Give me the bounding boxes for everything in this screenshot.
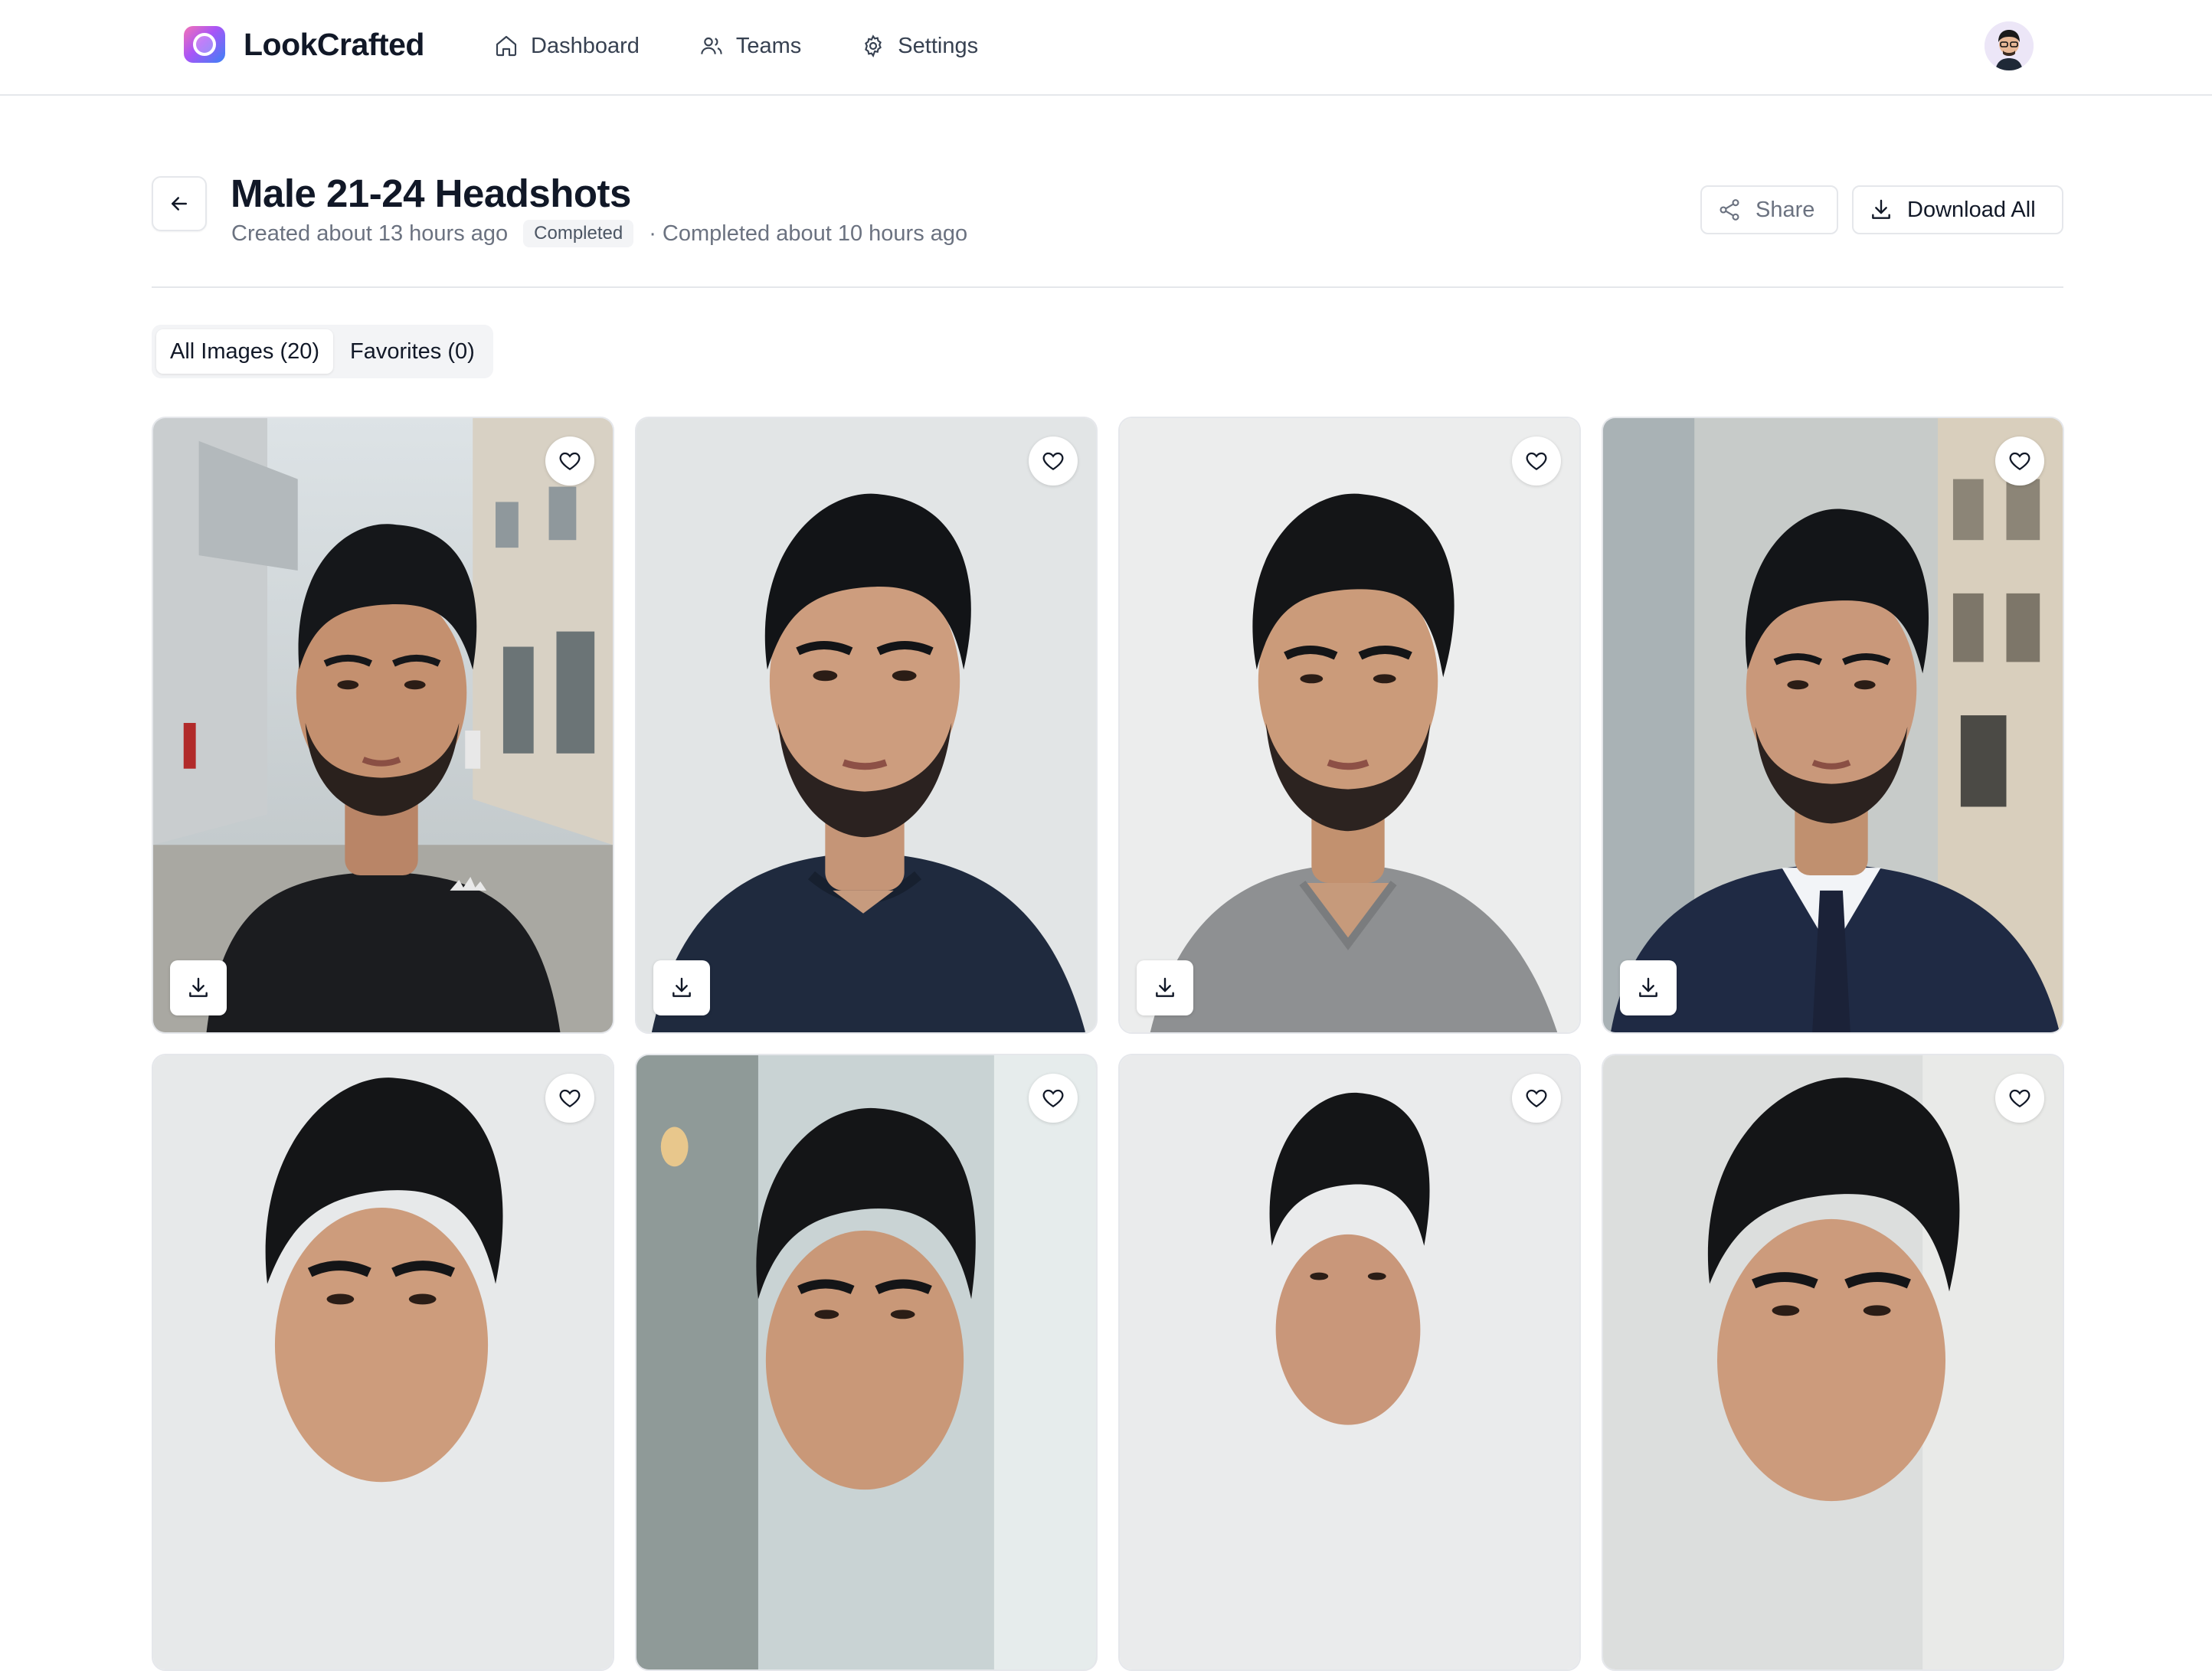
- brand-name: LookCrafted: [244, 26, 424, 62]
- headshot-image[interactable]: [636, 418, 1096, 1032]
- image-card[interactable]: [152, 1054, 614, 1671]
- headshot-image[interactable]: [636, 1055, 1096, 1669]
- share-label: Share: [1756, 197, 1815, 222]
- image-card[interactable]: [1118, 1054, 1581, 1671]
- nav-item-dashboard[interactable]: Dashboard: [494, 28, 640, 64]
- download-icon: [189, 977, 208, 997]
- download-image-button[interactable]: [170, 960, 227, 1015]
- headshot-image[interactable]: [1603, 1055, 2063, 1669]
- completed-time: · Completed about 10 hours ago: [649, 221, 968, 246]
- download-all-button[interactable]: Download All: [1852, 185, 2063, 234]
- favorite-button[interactable]: [1029, 1074, 1078, 1123]
- headshot-image[interactable]: [1603, 418, 2063, 1032]
- heart-icon: [1042, 1089, 1064, 1107]
- image-grid: [152, 417, 2064, 1671]
- favorite-button[interactable]: [545, 1074, 594, 1123]
- download-image-button[interactable]: [653, 960, 710, 1015]
- nav-item-settings[interactable]: Settings: [861, 28, 978, 64]
- header-divider: [152, 286, 2063, 288]
- gallery-tabs: All Images (20) Favorites (0): [152, 325, 493, 378]
- heart-icon: [2009, 1089, 2030, 1107]
- header-actions: Share Download All: [1700, 185, 2063, 234]
- download-icon: [1156, 977, 1174, 997]
- heart-icon: [1526, 452, 1547, 470]
- download-icon: [1639, 977, 1657, 997]
- headshot-image[interactable]: [153, 418, 613, 1032]
- nav-label: Settings: [898, 33, 979, 58]
- image-card[interactable]: [1118, 417, 1581, 1034]
- download-all-label: Download All: [1907, 197, 2036, 222]
- image-card[interactable]: [635, 417, 1098, 1034]
- favorite-button[interactable]: [1512, 437, 1561, 486]
- top-navbar: LookCrafted Dashboard Teams Settings: [0, 0, 2212, 96]
- favorite-button[interactable]: [1995, 1074, 2044, 1123]
- back-button[interactable]: [152, 176, 207, 231]
- gear-icon: [865, 34, 882, 57]
- heart-icon: [559, 1089, 581, 1107]
- nav-item-teams[interactable]: Teams: [699, 28, 801, 64]
- brand[interactable]: LookCrafted: [184, 26, 424, 63]
- download-image-button[interactable]: [1137, 960, 1193, 1015]
- users-icon: [701, 37, 722, 54]
- download-icon: [672, 977, 691, 997]
- image-card[interactable]: [1602, 417, 2064, 1034]
- favorite-button[interactable]: [1512, 1074, 1561, 1123]
- page-meta: Created about 13 hours ago Completed · C…: [231, 220, 967, 247]
- arrow-left-icon: [172, 197, 187, 211]
- camera-lens-icon: [184, 26, 225, 63]
- heart-icon: [1526, 1089, 1547, 1107]
- image-card[interactable]: [635, 1054, 1098, 1671]
- status-badge: Completed: [523, 220, 634, 247]
- home-icon: [496, 35, 517, 57]
- tab-favorites[interactable]: Favorites (0): [336, 329, 489, 374]
- avatar[interactable]: [1985, 21, 2034, 70]
- favorite-button[interactable]: [1995, 437, 2044, 486]
- heart-icon: [559, 452, 581, 470]
- share-button[interactable]: Share: [1700, 185, 1838, 234]
- nav-label: Dashboard: [531, 33, 640, 58]
- main-nav: Dashboard Teams Settings: [494, 28, 978, 64]
- headshot-image[interactable]: [153, 1055, 613, 1669]
- favorite-button[interactable]: [1029, 437, 1078, 486]
- heart-icon: [2009, 452, 2030, 470]
- share-icon: [1720, 199, 1739, 221]
- page-title: Male 21-24 Headshots: [231, 172, 631, 215]
- image-card[interactable]: [152, 417, 614, 1034]
- download-icon: [1872, 199, 1890, 219]
- headshot-image[interactable]: [1120, 418, 1579, 1032]
- tab-all-images[interactable]: All Images (20): [156, 329, 334, 374]
- headshot-image[interactable]: [1120, 1055, 1579, 1669]
- image-card[interactable]: [1602, 1054, 2064, 1671]
- favorite-button[interactable]: [545, 437, 594, 486]
- created-time: Created about 13 hours ago: [231, 221, 509, 246]
- download-image-button[interactable]: [1620, 960, 1677, 1015]
- heart-icon: [1042, 452, 1064, 470]
- nav-label: Teams: [735, 33, 802, 58]
